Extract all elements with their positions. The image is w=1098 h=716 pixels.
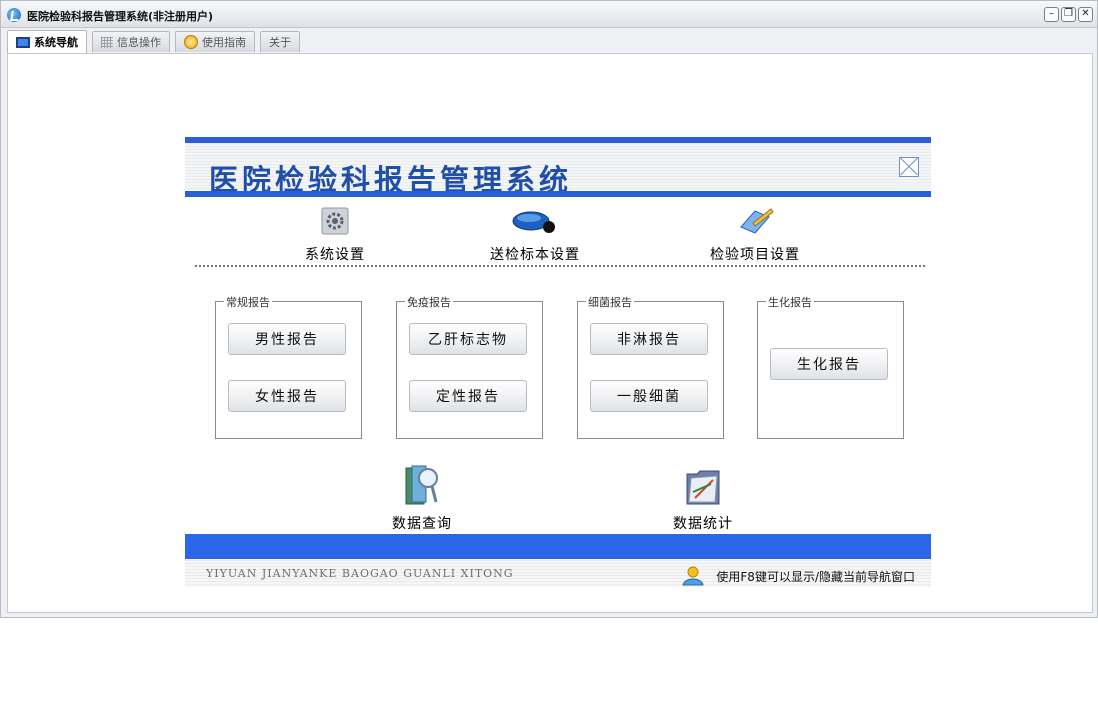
panel-header: 医院检验科报告管理系统 xyxy=(185,143,931,197)
male-report-button[interactable]: 男性报告 xyxy=(228,323,346,355)
tab-bar: 系统导航 信息操作 使用指南 关于 xyxy=(7,30,300,53)
qualitative-report-button[interactable]: 定性报告 xyxy=(409,380,527,412)
group-title: 免疫报告 xyxy=(405,294,453,310)
restore-button[interactable]: ❐ xyxy=(1061,7,1076,22)
test-item-settings-item[interactable]: 检验项目设置 xyxy=(685,205,825,264)
close-icon[interactable] xyxy=(899,157,919,177)
item-label: 检验项目设置 xyxy=(710,247,800,263)
hepatitis-b-markers-button[interactable]: 乙肝标志物 xyxy=(409,323,527,355)
monitor-icon xyxy=(16,36,30,48)
group-title: 细菌报告 xyxy=(586,294,634,310)
footer-bar xyxy=(185,534,931,559)
gear-icon xyxy=(321,207,349,235)
item-label: 送检标本设置 xyxy=(490,247,580,263)
user-icon xyxy=(682,566,705,586)
tab-label: 信息操作 xyxy=(117,36,161,49)
blade-icon xyxy=(512,211,555,233)
biochem-report-button[interactable]: 生化报告 xyxy=(770,348,888,380)
tab-system-nav[interactable]: 系统导航 xyxy=(7,30,87,53)
window-title: 医院检验科报告管理系统(非注册用户) xyxy=(27,10,214,23)
group-biochem-report: 生化报告 生化报告 xyxy=(757,294,904,439)
tab-label: 使用指南 xyxy=(202,36,246,49)
general-bacteria-button[interactable]: 一般细菌 xyxy=(590,380,708,412)
tab-label: 关于 xyxy=(269,36,291,49)
tab-user-guide[interactable]: 使用指南 xyxy=(175,31,255,52)
group-title: 常规报告 xyxy=(224,294,272,310)
app-logo-icon xyxy=(7,8,21,22)
item-label: 系统设置 xyxy=(305,247,365,263)
footer-pinyin: YIYUAN JIANYANKE BAOGAO GUANLI XITONG xyxy=(206,567,514,580)
data-query-item[interactable]: 数据查询 xyxy=(352,462,492,533)
item-label: 数据查询 xyxy=(392,516,452,532)
tab-label: 系统导航 xyxy=(34,36,78,49)
data-statistics-item[interactable]: 数据统计 xyxy=(633,462,773,533)
title-bar[interactable]: 医院检验科报告管理系统(非注册用户) – ❐ ✕ xyxy=(1,1,1097,28)
footer-hint: 使用F8键可以显示/隐藏当前导航窗口 xyxy=(680,565,915,587)
system-settings-item[interactable]: 系统设置 xyxy=(265,205,405,264)
edit-book-icon xyxy=(740,208,774,234)
non-gonorrhea-report-button[interactable]: 非淋报告 xyxy=(590,323,708,355)
group-routine-report: 常规报告 男性报告 女性报告 xyxy=(215,294,362,439)
group-immune-report: 免疫报告 乙肝标志物 定性报告 xyxy=(396,294,543,439)
minimize-button[interactable]: – xyxy=(1044,7,1059,22)
specimen-settings-item[interactable]: 送检标本设置 xyxy=(465,205,605,264)
close-window-button[interactable]: ✕ xyxy=(1078,7,1093,22)
group-title: 生化报告 xyxy=(766,294,814,310)
header-bottom-bar xyxy=(185,191,931,197)
group-bacteria-report: 细菌报告 非淋报告 一般细菌 xyxy=(577,294,724,439)
footer-hint-text: 使用F8键可以显示/隐藏当前导航窗口 xyxy=(716,569,915,584)
grid-icon xyxy=(101,36,113,48)
help-icon xyxy=(184,35,198,49)
nav-panel: 医院检验科报告管理系统 系统设置 送检标本设置 检验项目设置 常规报告 男性报告… xyxy=(185,137,931,587)
folder-chart-icon xyxy=(686,470,720,505)
panel-footer: YIYUAN JIANYANKE BAOGAO GUANLI XITONG 使用… xyxy=(185,559,931,587)
item-label: 数据统计 xyxy=(673,516,733,532)
tab-about[interactable]: 关于 xyxy=(260,31,300,52)
dotted-divider xyxy=(195,265,925,267)
search-book-icon xyxy=(405,465,438,505)
tab-info-ops[interactable]: 信息操作 xyxy=(92,31,170,52)
female-report-button[interactable]: 女性报告 xyxy=(228,380,346,412)
